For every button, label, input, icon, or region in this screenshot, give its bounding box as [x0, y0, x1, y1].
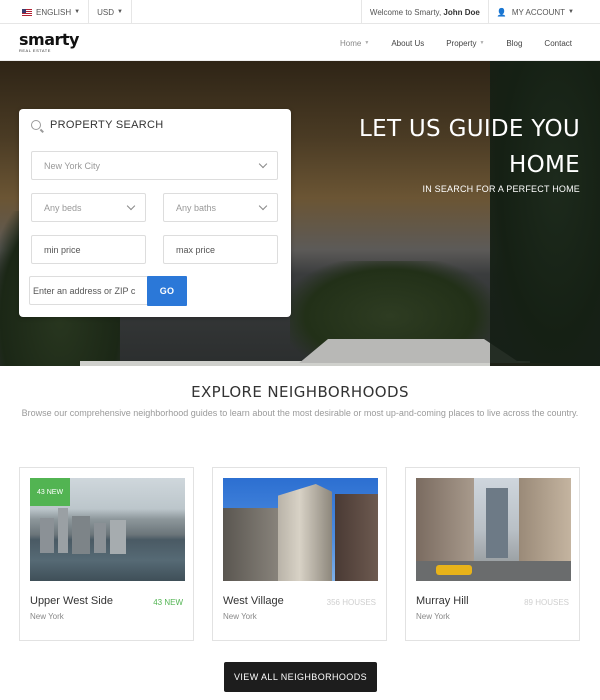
nav-blog[interactable]: Blog — [506, 39, 522, 48]
hero-headline-line-1: LET US GUIDE YOU — [359, 116, 580, 142]
explore-title: EXPLORE NEIGHBORHOODS — [191, 383, 409, 401]
photo-building — [72, 516, 90, 554]
chevron-down-icon: ▼ — [364, 40, 370, 46]
address-placeholder: Enter an address or ZIP c — [33, 285, 136, 296]
divider — [130, 0, 132, 24]
photo-taxi — [436, 565, 472, 575]
beds-select-value: Any beds — [44, 202, 82, 213]
beds-select[interactable]: Any beds — [31, 193, 146, 222]
caret-down-icon: ▼ — [116, 9, 123, 15]
nav-home[interactable]: Home ▼ — [340, 39, 369, 48]
language-selector[interactable]: ENGLISH ▼ — [14, 0, 88, 24]
neighborhood-photo — [416, 478, 571, 581]
neighborhood-city: New York — [30, 612, 64, 621]
nav-contact[interactable]: Contact — [544, 39, 572, 48]
property-search-title-text: PROPERTY SEARCH — [50, 119, 164, 131]
neighborhood-card[interactable]: 43 NEW Upper West Side New York 43 NEW — [19, 467, 194, 641]
property-search-title: PROPERTY SEARCH — [31, 119, 164, 131]
chevron-down-icon — [126, 201, 136, 211]
photo-building — [486, 488, 508, 558]
chevron-down-icon: ▼ — [479, 40, 485, 46]
main-nav: Home ▼ About Us Property ▼ Blog Contact — [318, 25, 572, 61]
photo-building — [278, 484, 332, 581]
nav-property-label: Property — [446, 38, 477, 48]
nav-home-label: Home — [340, 38, 362, 48]
hero-subheadline: IN SEARCH FOR A PERFECT HOME — [422, 184, 580, 194]
neighborhood-count: 356 HOUSES — [326, 598, 376, 607]
my-account-label: MY ACCOUNT — [511, 7, 566, 17]
go-button[interactable]: GO — [147, 276, 187, 306]
user-icon: 👤 — [496, 7, 507, 17]
photo-building — [58, 508, 68, 553]
top-bar: ENGLISH ▼ USD ▼ Welcome to Smarty, John … — [0, 0, 600, 24]
max-price-placeholder: max price — [176, 244, 216, 255]
photo-building — [40, 518, 54, 553]
photo-building — [335, 494, 378, 581]
welcome-message: Welcome to Smarty, John Doe — [362, 0, 488, 24]
neighborhood-name[interactable]: Upper West Side — [30, 595, 113, 607]
top-bar-left: ENGLISH ▼ USD ▼ — [14, 0, 132, 24]
caret-down-icon: ▼ — [568, 9, 574, 15]
neighborhood-card[interactable]: West Village New York 356 HOUSES — [212, 467, 387, 641]
logo[interactable]: smarty REAL ESTATE — [19, 30, 79, 54]
photo-building — [223, 508, 281, 581]
chevron-down-icon — [258, 201, 268, 211]
nav-contact-label: Contact — [544, 38, 572, 48]
neighborhood-photo: 43 NEW — [30, 478, 185, 581]
user-name: John Doe — [443, 7, 480, 17]
site-header: smarty REAL ESTATE Home ▼ About Us Prope… — [0, 25, 600, 61]
view-all-neighborhoods-button[interactable]: VIEW ALL NEIGHBORHOODS — [224, 662, 377, 692]
baths-select[interactable]: Any baths — [163, 193, 278, 222]
neighborhood-card[interactable]: Murray Hill New York 89 HOUSES — [405, 467, 580, 641]
nav-property[interactable]: Property ▼ — [446, 39, 484, 48]
photo-building — [94, 523, 106, 553]
chevron-down-icon — [258, 159, 268, 169]
my-account-menu[interactable]: 👤 MY ACCOUNT ▼ — [489, 0, 600, 24]
hero-headline: LET US GUIDE YOU HOME — [320, 111, 580, 183]
nav-about-us[interactable]: About Us — [391, 39, 424, 48]
hero-headline-line-2: HOME — [509, 152, 580, 178]
min-price-placeholder: min price — [44, 244, 81, 255]
property-search-card: PROPERTY SEARCH New York City Any beds A… — [19, 109, 291, 317]
hero-photo-tree-right — [490, 61, 600, 366]
photo-building — [110, 520, 126, 554]
language-label: ENGLISH — [36, 7, 72, 17]
neighborhood-city: New York — [223, 612, 257, 621]
neighborhood-name[interactable]: West Village — [223, 595, 284, 607]
currency-label: USD — [97, 7, 114, 17]
currency-selector[interactable]: USD ▼ — [89, 0, 131, 24]
baths-select-value: Any baths — [176, 202, 217, 213]
nav-about-us-label: About Us — [391, 38, 425, 48]
explore-description: Browse our comprehensive neighborhood gu… — [21, 408, 579, 418]
max-price-input[interactable]: max price — [163, 235, 278, 264]
address-input[interactable]: Enter an address or ZIP c — [29, 276, 157, 305]
neighborhood-city: New York — [416, 612, 450, 621]
logo-wordmark: smarty — [19, 30, 79, 49]
nav-blog-label: Blog — [506, 38, 523, 48]
welcome-prefix: Welcome to Smarty, — [369, 7, 442, 17]
top-bar-right: Welcome to Smarty, John Doe 👤 MY ACCOUNT… — [360, 0, 600, 24]
neighborhood-count: 89 HOUSES — [524, 598, 569, 607]
caret-down-icon: ▼ — [74, 9, 81, 15]
city-select-value: New York City — [44, 160, 101, 171]
city-select[interactable]: New York City — [31, 151, 278, 180]
new-listings-badge: 43 NEW — [30, 478, 71, 506]
neighborhood-name[interactable]: Murray Hill — [416, 595, 469, 607]
neighborhood-photo — [223, 478, 378, 581]
search-icon — [31, 120, 41, 130]
us-flag-icon — [22, 8, 32, 16]
neighborhood-count: 43 NEW — [153, 598, 183, 607]
min-price-input[interactable]: min price — [31, 235, 146, 264]
